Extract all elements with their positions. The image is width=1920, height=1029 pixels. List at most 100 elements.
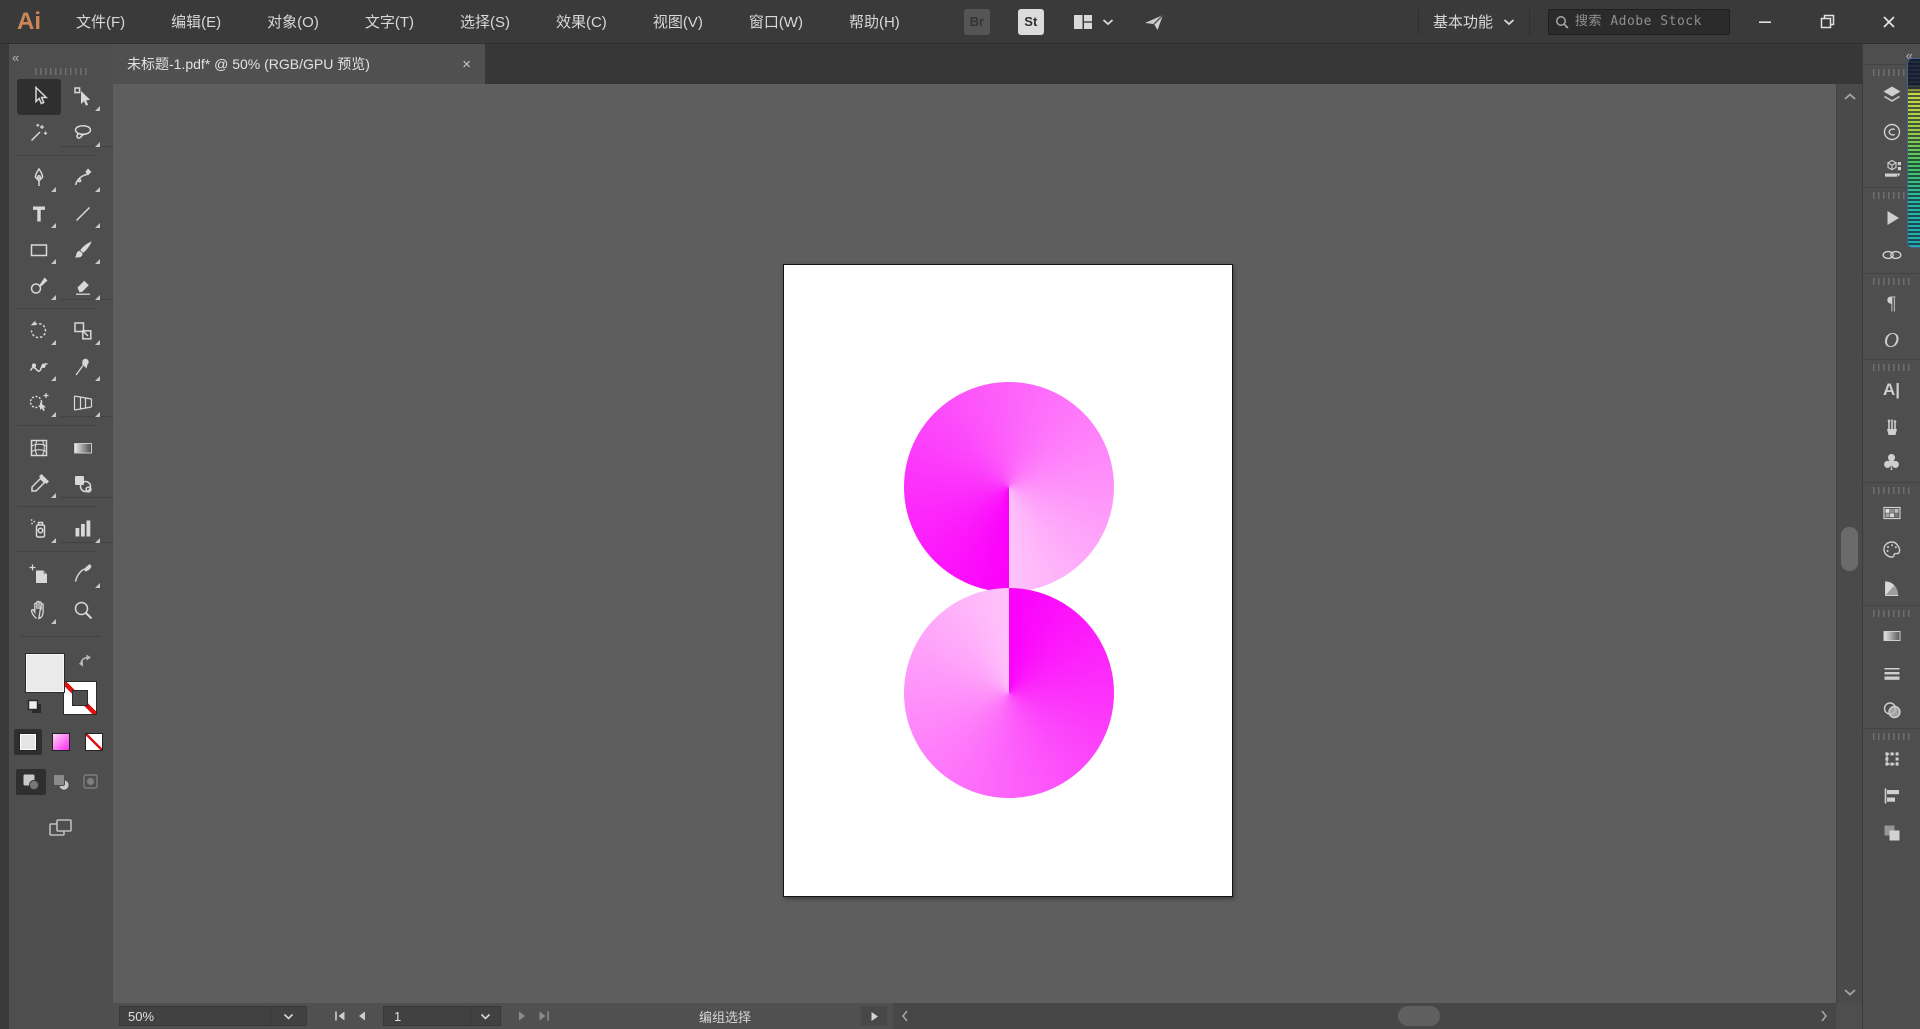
menu-window[interactable]: 窗口(W) xyxy=(749,11,803,32)
close-button[interactable] xyxy=(1858,0,1920,43)
fill-swatch[interactable] xyxy=(25,653,65,693)
vertical-scrollbar[interactable] xyxy=(1836,84,1862,1003)
share-icon[interactable] xyxy=(1142,11,1166,33)
panel-gradient[interactable] xyxy=(1863,617,1920,654)
gradient-circle-top[interactable] xyxy=(904,382,1114,592)
artboard-tool[interactable] xyxy=(17,556,61,592)
menu-file[interactable]: 文件(F) xyxy=(76,11,125,32)
menu-effect[interactable]: 效果(C) xyxy=(556,11,607,32)
panel-paragraph[interactable]: ¶ xyxy=(1863,285,1920,322)
artboard[interactable] xyxy=(783,264,1233,897)
artboard-dropdown-button[interactable] xyxy=(470,1007,500,1025)
draw-normal-button[interactable] xyxy=(16,769,46,795)
color-button[interactable] xyxy=(14,729,42,755)
panel-color-guide[interactable] xyxy=(1863,568,1920,605)
gradient-tool[interactable] xyxy=(61,430,105,466)
document-arrangement-button[interactable] xyxy=(1072,12,1114,32)
magic-wand-tool[interactable] xyxy=(17,115,61,151)
search-input[interactable] xyxy=(1575,14,1723,29)
scale-tool[interactable] xyxy=(61,313,105,349)
scroll-down-icon[interactable] xyxy=(1842,987,1858,997)
stroke-swatch[interactable] xyxy=(63,681,97,715)
panel-grip[interactable] xyxy=(1872,610,1911,617)
panel-grip[interactable] xyxy=(1872,192,1911,199)
stock-button[interactable]: St xyxy=(1017,8,1044,35)
panel-character[interactable]: A| xyxy=(1863,371,1920,408)
scroll-right-icon[interactable] xyxy=(1820,1003,1828,1029)
line-segment-tool[interactable] xyxy=(61,196,105,232)
document-tab[interactable]: 未标题-1.pdf* @ 50% (RGB/GPU 预览) × xyxy=(113,44,485,84)
draw-behind-button[interactable] xyxy=(46,769,76,795)
rectangle-tool[interactable] xyxy=(17,232,61,268)
panel-opentype[interactable]: O xyxy=(1863,322,1920,359)
panel-align[interactable] xyxy=(1863,777,1920,814)
zoom-tool[interactable] xyxy=(61,592,105,628)
hand-tool[interactable] xyxy=(17,592,61,628)
gradient-circle-bottom[interactable] xyxy=(904,588,1114,798)
panel-symbols[interactable]: ♣ xyxy=(1863,445,1920,482)
none-button[interactable] xyxy=(80,729,108,755)
gradient-button[interactable] xyxy=(47,729,75,755)
panel-stroke[interactable] xyxy=(1863,654,1920,691)
panel-grip[interactable] xyxy=(1872,733,1911,740)
panel-swatches[interactable] xyxy=(1863,494,1920,531)
horizontal-scrollbar[interactable] xyxy=(893,1003,1836,1029)
default-fill-stroke-icon[interactable] xyxy=(27,699,43,715)
canvas[interactable] xyxy=(113,84,1836,1003)
first-artboard-button[interactable] xyxy=(333,1010,347,1022)
menu-edit[interactable]: 编辑(E) xyxy=(171,11,221,32)
swap-fill-stroke-icon[interactable] xyxy=(77,653,95,669)
panel-grip[interactable] xyxy=(1872,69,1911,76)
curvature-tool[interactable] xyxy=(61,160,105,196)
artboard-number-field[interactable]: 1 xyxy=(383,1006,501,1026)
zoom-level-select[interactable]: 50% xyxy=(119,1006,271,1026)
panel-pathfinder[interactable] xyxy=(1863,814,1920,851)
change-screen-mode-button[interactable] xyxy=(47,817,75,841)
panel-color[interactable] xyxy=(1863,531,1920,568)
shape-builder-tool[interactable] xyxy=(17,385,61,421)
slice-tool[interactable] xyxy=(61,556,105,592)
panel-grip[interactable] xyxy=(1872,364,1911,371)
pen-tool[interactable] xyxy=(17,160,61,196)
scroll-left-icon[interactable] xyxy=(901,1003,909,1029)
paintbrush-tool[interactable] xyxy=(61,232,105,268)
lasso-tool[interactable] xyxy=(61,115,105,151)
column-graph-tool[interactable] xyxy=(61,511,105,547)
vertical-scrollbar-thumb[interactable] xyxy=(1841,527,1858,571)
bridge-button[interactable]: Br xyxy=(963,8,990,35)
mesh-tool[interactable] xyxy=(17,430,61,466)
symbol-sprayer-tool[interactable] xyxy=(17,511,61,547)
tab-close-icon[interactable]: × xyxy=(462,56,471,73)
panel-grip[interactable] xyxy=(1872,278,1911,285)
menu-help[interactable]: 帮助(H) xyxy=(849,11,900,32)
scroll-up-icon[interactable] xyxy=(1842,92,1858,102)
menu-object[interactable]: 对象(O) xyxy=(267,11,319,32)
restore-button[interactable] xyxy=(1796,0,1858,43)
rotate-tool[interactable] xyxy=(17,313,61,349)
eraser-tool[interactable] xyxy=(61,268,105,304)
shaper-tool[interactable] xyxy=(17,268,61,304)
panel-grip[interactable] xyxy=(35,68,87,75)
previous-artboard-button[interactable] xyxy=(357,1010,367,1022)
panel-brushes[interactable] xyxy=(1863,408,1920,445)
type-tool[interactable] xyxy=(17,196,61,232)
eyedropper-tool[interactable] xyxy=(17,466,61,502)
selection-tool[interactable] xyxy=(17,79,61,115)
menu-view[interactable]: 视图(V) xyxy=(653,11,703,32)
direct-selection-tool[interactable] xyxy=(61,79,105,115)
horizontal-scrollbar-thumb[interactable] xyxy=(1398,1006,1441,1026)
minimize-button[interactable] xyxy=(1734,0,1796,43)
stock-search-box[interactable] xyxy=(1548,8,1730,35)
status-expand-button[interactable] xyxy=(861,1006,888,1026)
zoom-dropdown-button[interactable] xyxy=(271,1006,307,1026)
workspace-switcher[interactable]: 基本功能 xyxy=(1433,11,1515,32)
collapse-toolbar-icon[interactable]: « xyxy=(12,50,19,65)
next-artboard-button[interactable] xyxy=(517,1010,527,1022)
menu-type[interactable]: 文字(T) xyxy=(365,11,414,32)
last-artboard-button[interactable] xyxy=(537,1010,551,1022)
panel-transparency[interactable] xyxy=(1863,691,1920,728)
blend-tool[interactable] xyxy=(61,466,105,502)
panel-transform[interactable] xyxy=(1863,740,1920,777)
perspective-grid-tool[interactable] xyxy=(61,385,105,421)
draw-inside-button[interactable] xyxy=(76,769,106,795)
